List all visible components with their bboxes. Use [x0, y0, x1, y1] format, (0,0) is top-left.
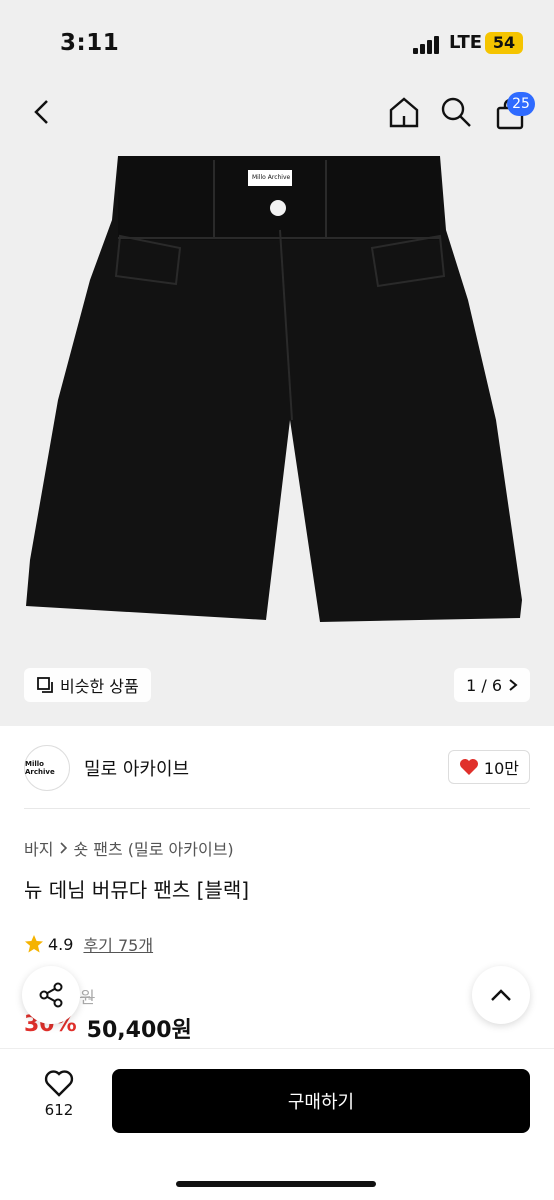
cart-count-badge: 25	[507, 92, 535, 116]
home-indicator	[176, 1181, 376, 1187]
wishlist-button[interactable]: 612	[30, 1069, 88, 1119]
brand-like-button[interactable]: 10만	[447, 750, 530, 784]
gallery-pager[interactable]: 1 / 6	[454, 668, 530, 702]
brand-name[interactable]: 밀로 아카이브	[84, 755, 189, 781]
home-button[interactable]	[384, 92, 424, 132]
page-indicator: 1 / 6	[466, 675, 502, 695]
breadcrumb-category[interactable]: 바지	[24, 836, 53, 860]
chevron-right-icon	[60, 842, 68, 854]
product-title: 뉴 데님 버뮤다 팬츠 [블랙]	[24, 878, 250, 902]
brand-like-count: 10만	[483, 759, 519, 778]
breadcrumb: 바지 숏 팬츠 (밀로 아카이브)	[24, 836, 234, 860]
battery-indicator: 54	[485, 32, 523, 54]
home-icon	[389, 97, 419, 128]
rating-value: 4.9	[48, 934, 74, 954]
sale-price: 50,400원	[86, 1018, 192, 1043]
status-time: 3:11	[60, 30, 120, 56]
brand-logo[interactable]: Millo Archive	[24, 745, 70, 791]
wishlist-count: 612	[44, 1101, 74, 1119]
signal-icon	[413, 34, 443, 54]
buy-button[interactable]: 구매하기	[112, 1069, 530, 1133]
bottom-action-bar: 612 구매하기	[0, 1048, 554, 1200]
search-icon	[441, 97, 471, 127]
chevron-up-icon	[491, 989, 511, 1001]
original-price: 원	[80, 988, 95, 1007]
share-button[interactable]	[22, 966, 80, 1024]
back-button[interactable]	[22, 92, 62, 132]
product-image-gallery[interactable]: Millo Archive 3:11 LTE 54 25 비슷한 상품 1 / …	[0, 0, 554, 726]
similar-products-label: 비슷한 상품	[60, 677, 139, 696]
status-bar: 3:11 LTE 54	[0, 0, 554, 80]
star-icon	[25, 935, 43, 953]
brand-label-tag: Millo Archive	[252, 174, 291, 181]
copy-icon	[37, 677, 53, 693]
breadcrumb-subcategory[interactable]: 숏 팬츠 (밀로 아카이브)	[73, 836, 233, 860]
scroll-top-button[interactable]	[472, 966, 530, 1024]
heart-outline-icon	[44, 1070, 74, 1097]
brand-row[interactable]: Millo Archive 밀로 아카이브 10만	[24, 744, 530, 792]
chevron-left-icon	[34, 100, 48, 124]
share-icon	[39, 982, 63, 1008]
network-label: LTE	[449, 32, 483, 53]
review-count-link[interactable]: 후기 75개	[83, 932, 153, 956]
similar-products-button[interactable]: 비슷한 상품	[24, 668, 151, 702]
search-button[interactable]	[436, 92, 476, 132]
heart-filled-icon	[459, 759, 478, 775]
chevron-right-icon	[509, 679, 518, 691]
divider	[24, 808, 530, 809]
rating-row: 4.9 후기 75개	[24, 932, 153, 956]
